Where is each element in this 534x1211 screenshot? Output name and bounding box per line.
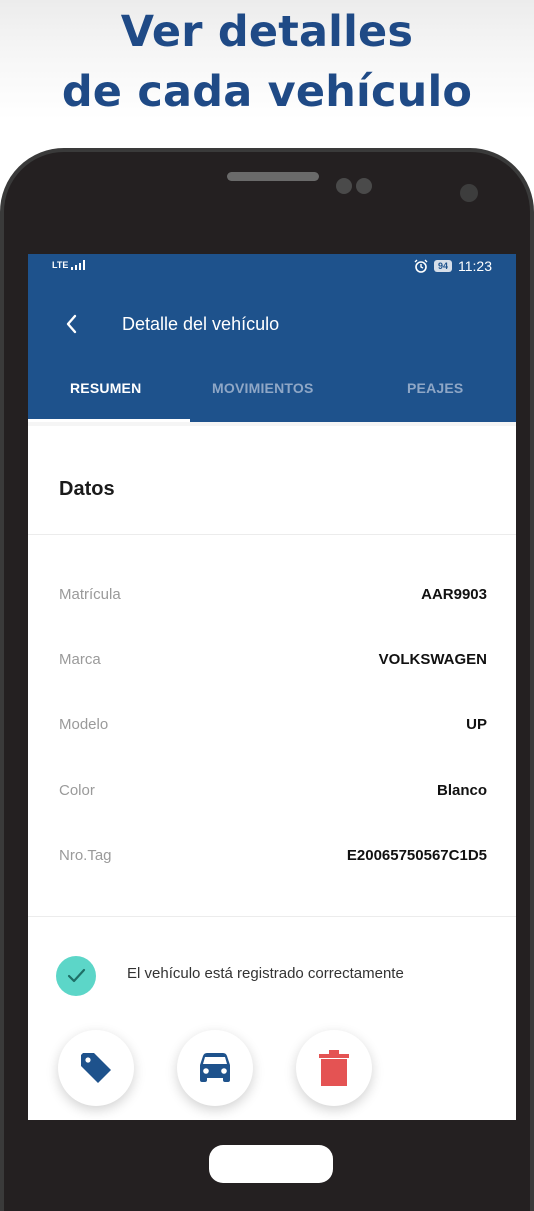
- home-button[interactable]: [209, 1145, 333, 1183]
- network-label: LTE: [52, 260, 69, 270]
- detail-value: VOLKSWAGEN: [378, 651, 487, 668]
- phone-camera: [336, 178, 352, 194]
- phone-speaker: [227, 172, 319, 181]
- page-title: Detalle del vehículo: [122, 314, 280, 334]
- detail-label: Matrícula: [59, 586, 121, 603]
- tag-button[interactable]: [58, 1030, 134, 1106]
- headline-line-1: Ver detalles: [120, 7, 414, 57]
- detail-label: Modelo: [59, 716, 109, 733]
- detail-row-nro-tag: Nro.Tag E20065750567C1D5: [59, 847, 487, 867]
- car-button[interactable]: [177, 1030, 253, 1106]
- headline: Ver detalles de cada vehículo: [0, 2, 534, 122]
- delete-button[interactable]: [296, 1030, 372, 1106]
- detail-label: Color: [59, 782, 95, 799]
- phone-screen: LTE 94 11:23 Detalle del vehículo RESUME…: [28, 254, 516, 1120]
- detail-value: Blanco: [436, 782, 487, 799]
- app-bar: LTE 94 11:23 Detalle del vehículo RESUME…: [28, 254, 516, 422]
- detail-label: Nro.Tag: [59, 847, 112, 864]
- tab-movimientos[interactable]: MOVIMIENTOS: [212, 380, 314, 396]
- phone-sensor: [460, 184, 478, 202]
- detail-row-marca: Marca VOLKSWAGEN: [59, 651, 487, 671]
- headline-line-2: de cada vehículo: [61, 67, 473, 117]
- divider: [28, 916, 516, 917]
- details-card: Datos Matrícula AAR9903 Marca VOLKSWAGEN…: [28, 426, 516, 1120]
- phone-camera-secondary: [356, 178, 372, 194]
- back-button[interactable]: [62, 312, 82, 336]
- battery-indicator: 94: [433, 260, 452, 272]
- divider: [28, 534, 516, 535]
- trash-icon: [319, 1050, 349, 1086]
- tag-icon: [81, 1053, 111, 1083]
- detail-value: AAR9903: [421, 586, 487, 603]
- detail-label: Marca: [59, 651, 101, 668]
- status-time: 11:23: [458, 258, 492, 274]
- detail-row-matricula: Matrícula AAR9903: [59, 586, 487, 606]
- car-icon: [200, 1053, 230, 1082]
- alarm-icon: [414, 259, 428, 273]
- signal-indicator: LTE: [52, 260, 85, 270]
- section-title: Datos: [59, 478, 115, 500]
- active-tab-indicator: [28, 419, 190, 422]
- tab-resumen[interactable]: RESUMEN: [70, 380, 141, 396]
- check-icon: [56, 956, 96, 996]
- detail-value: UP: [466, 716, 487, 733]
- status-message: El vehículo está registrado correctament…: [127, 965, 404, 982]
- detail-row-modelo: Modelo UP: [59, 716, 487, 736]
- tab-peajes[interactable]: PEAJES: [407, 380, 463, 396]
- detail-row-color: Color Blanco: [59, 782, 487, 802]
- status-right: 94 11:23: [414, 258, 492, 274]
- signal-icon: [70, 260, 85, 270]
- chevron-left-icon: [66, 314, 77, 334]
- detail-value: E20065750567C1D5: [346, 847, 487, 864]
